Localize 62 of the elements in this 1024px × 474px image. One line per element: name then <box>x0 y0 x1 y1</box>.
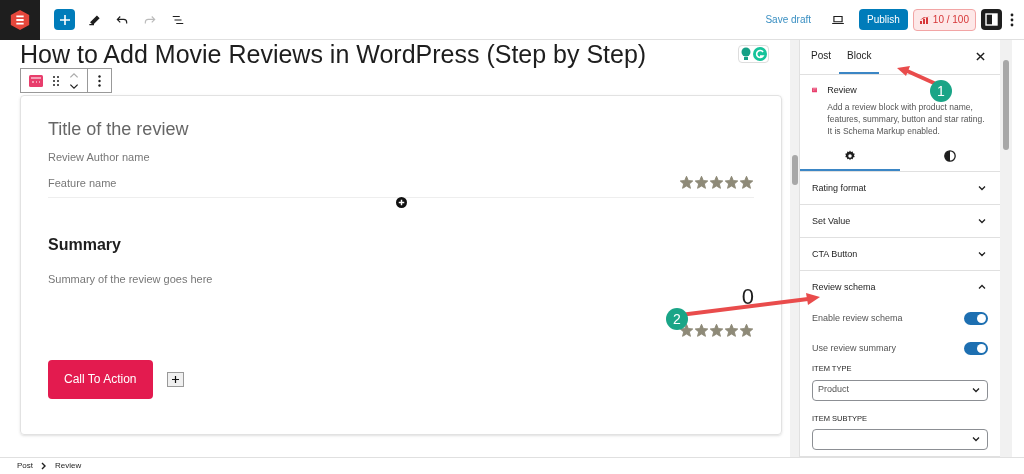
select-field[interactable]: Product <box>812 379 988 401</box>
call-to-action-button[interactable]: Call To Action <box>48 359 153 399</box>
star-icon <box>724 175 739 191</box>
sidebar-tab[interactable]: Post <box>803 40 839 74</box>
panel-header[interactable]: CTA Button <box>800 238 1000 271</box>
star-icon <box>709 175 724 191</box>
bulb-icon <box>740 47 752 61</box>
summary-heading[interactable]: Summary <box>48 233 754 257</box>
toggle-label: Enable review schema <box>812 311 903 325</box>
add-block-button[interactable] <box>54 9 75 30</box>
sidebar-scrollbar[interactable] <box>1000 40 1012 457</box>
star-icon <box>724 322 739 338</box>
panel-header[interactable]: Set Value <box>800 205 1000 238</box>
options-icon[interactable] <box>98 74 101 87</box>
scrollbar[interactable] <box>790 40 799 457</box>
drag-handle-icon[interactable] <box>53 75 59 86</box>
add-button[interactable] <box>166 371 184 387</box>
more-icon[interactable] <box>1010 12 1014 27</box>
star-icon <box>709 322 724 338</box>
callout-badge: 2 <box>666 308 688 330</box>
panel-header[interactable]: Review schema <box>800 271 1000 304</box>
breadcrumb-item[interactable]: Review <box>55 460 82 472</box>
breadcrumb-item[interactable]: Post <box>17 460 33 472</box>
plus-icon <box>171 375 179 383</box>
toggle-switch[interactable] <box>964 312 988 325</box>
plus-icon <box>59 14 70 25</box>
star-icon <box>679 322 694 338</box>
feature-name[interactable]: Feature name <box>48 174 117 191</box>
star-icon <box>739 322 754 338</box>
logo-icon <box>9 8 31 31</box>
site-logo[interactable] <box>0 0 40 40</box>
settings-icon <box>844 150 856 163</box>
block-name: Review <box>827 83 857 97</box>
toggle-switch[interactable] <box>964 342 988 355</box>
sidebar-tab[interactable]: Block <box>839 40 880 74</box>
save-draft-link[interactable]: Save draft <box>765 12 812 27</box>
sidebar-toggle-button[interactable] <box>981 9 1002 30</box>
star-icon <box>739 175 754 191</box>
review-title-placeholder[interactable]: Title of the review <box>48 116 754 143</box>
star-icon <box>694 322 709 338</box>
seo-score-button[interactable]: 10 / 100 <box>912 8 976 31</box>
star-icon <box>679 175 694 191</box>
chevron-right-icon <box>41 462 47 470</box>
close-icon[interactable] <box>976 52 985 62</box>
select-field[interactable] <box>812 429 988 450</box>
author-placeholder[interactable]: Review Author name <box>48 149 754 166</box>
toggle-label: Use review summary <box>812 341 896 355</box>
chart-icon <box>919 15 930 24</box>
star-rating[interactable] <box>679 322 754 338</box>
publish-button[interactable]: Publish <box>859 9 908 30</box>
add-circle-icon[interactable] <box>395 197 407 208</box>
star-rating[interactable] <box>679 175 754 191</box>
panel-header[interactable]: Rating format <box>800 172 1000 205</box>
grammar-widget[interactable] <box>738 45 769 63</box>
block-description: Add a review block with product name, features, summary, button and star rating. It is Schema Markup enabled. <box>827 101 986 138</box>
star-icon <box>694 175 709 191</box>
post-title[interactable]: How to Add Movie Reviews in WordPress (Step by Step) <box>20 41 738 67</box>
callout-badge: 1 <box>930 80 952 102</box>
review-block-icon[interactable] <box>29 74 43 87</box>
sidebar-icon <box>985 13 998 26</box>
g-logo-icon <box>753 47 767 61</box>
contrast-icon <box>944 150 956 163</box>
